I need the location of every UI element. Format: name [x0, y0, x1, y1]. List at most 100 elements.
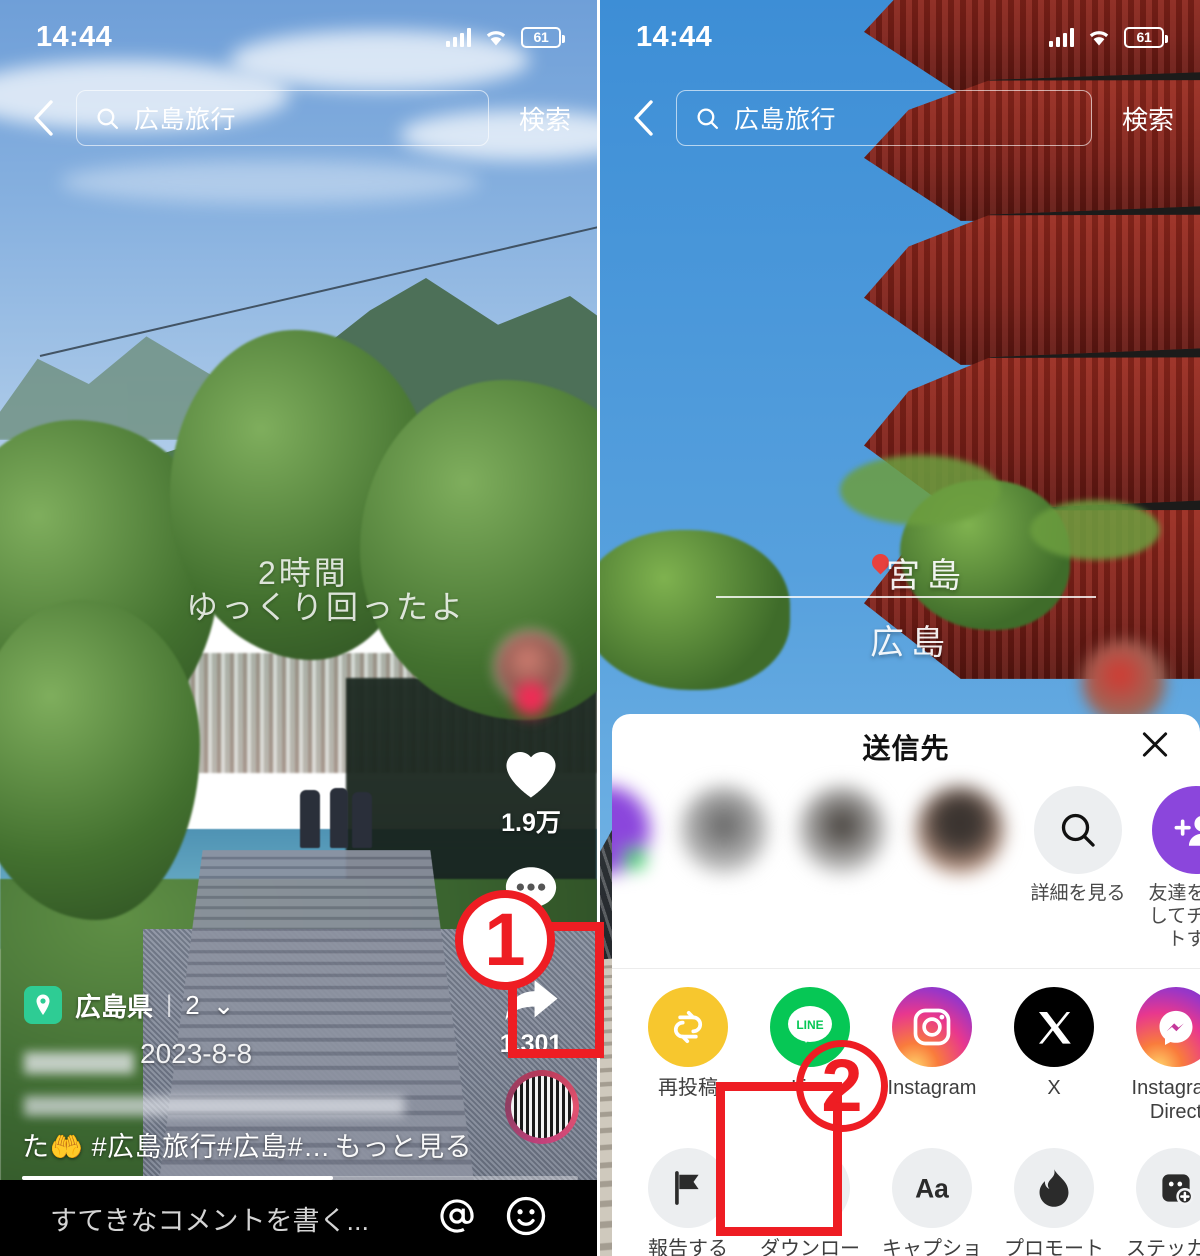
left-phone-panel: 2時間 ゆっくり回ったよ 14:44 61 広島旅行 検索 1.9万 1,301… [0, 0, 600, 1256]
svg-text:LINE: LINE [796, 1018, 823, 1032]
search-submit-button[interactable]: 検索 [519, 100, 571, 137]
share-app-label: Instagram [887, 1076, 977, 1099]
contact-item[interactable] [612, 786, 658, 882]
search-query-text-right: 広島旅行 [734, 106, 837, 134]
battery-level: 61 [533, 29, 549, 45]
search-input[interactable]: 広島旅行 [76, 90, 489, 146]
overlay-sub-label: 広島 [870, 624, 952, 662]
search-icon [697, 108, 719, 129]
search-input-right[interactable]: 広島旅行 [676, 90, 1092, 146]
battery-icon: 61 [521, 26, 565, 48]
contact-avatar-1 [612, 786, 650, 874]
location-badge[interactable]: 広島県 | 2 ⌄ [24, 986, 235, 1024]
share-app-x[interactable]: X [998, 986, 1110, 1100]
share-action-label: ダウンロードする [760, 1237, 860, 1256]
location-count: 2 [185, 989, 200, 1020]
share-sheet-title: 送信先 [862, 733, 950, 764]
invite-friend-button[interactable]: 友達を招待してチャットする [1144, 786, 1200, 952]
signal-bars-icon [446, 27, 471, 47]
fire-icon [1014, 1147, 1094, 1228]
add-person-icon [1152, 786, 1200, 874]
share-action-caption[interactable]: Aa キャプションと翻訳 [876, 1147, 988, 1256]
share-apps-row-2: 報告する ダウンロードする Aa キャプションと翻訳 [612, 1124, 1200, 1256]
x-icon [1014, 986, 1094, 1067]
comment-bar: すてきなコメントを書く... [0, 1180, 597, 1256]
sticker-add-icon [1136, 1147, 1200, 1228]
status-clock: 14:44 [36, 20, 113, 53]
caption-text: た🤲 #広島旅行#広島#… [22, 1132, 331, 1162]
author-name-blurred [24, 1052, 134, 1074]
search-query-text: 広島旅行 [134, 106, 237, 134]
search-icon [97, 108, 119, 129]
follow-plus-icon[interactable] [514, 682, 548, 716]
share-app-label: Instagram Direct [1131, 1076, 1200, 1123]
back-button[interactable] [26, 96, 60, 140]
share-action-label: 報告する [648, 1237, 728, 1256]
author-avatar-right[interactable] [1082, 640, 1166, 724]
share-action-promote[interactable]: プロモートする [998, 1147, 1110, 1256]
share-sheet-header: 送信先 [612, 714, 1200, 780]
search-header-right: 広島旅行 検索 [600, 82, 1200, 154]
status-bar-right: 14:44 61 [600, 0, 1200, 74]
contacts-row: 詳細を見る 友達を招待してチャットする [612, 780, 1200, 969]
overlay-pin-label: 宮島 [886, 557, 968, 595]
search-header-left: 広島旅行 検索 [0, 82, 597, 154]
close-x-icon[interactable] [1138, 728, 1172, 767]
at-mention-icon[interactable] [437, 1196, 477, 1241]
battery-icon: 61 [1124, 26, 1168, 48]
video-overlay-line2: ゆっくり回ったよ [186, 589, 467, 625]
share-sheet: 送信先 詳細を見る 友達を してチ トす 再投稿 LINE Instagram … [612, 714, 1200, 1256]
contact-item[interactable] [908, 786, 1012, 882]
like-count: 1.9万 [501, 809, 561, 837]
comment-input[interactable]: すてきなコメントを書く... [50, 1199, 437, 1238]
share-action-label: ステッカーを作成 [1126, 1237, 1200, 1256]
chevron-down-icon[interactable]: ⌄ [213, 990, 235, 1021]
location-name: 広島県 [75, 991, 154, 1022]
search-submit-button-right[interactable]: 検索 [1122, 100, 1174, 137]
signal-bars-icon [1049, 27, 1074, 47]
post-caption[interactable]: た🤲 #広島旅行#広島#… もっと見る [22, 1125, 472, 1164]
caption-line-blurred [24, 1096, 404, 1116]
share-app-label: 再投稿 [658, 1076, 718, 1099]
location-pin-icon [24, 986, 62, 1024]
contact-item[interactable] [672, 786, 776, 882]
share-action-label: プロモートする [1004, 1237, 1104, 1256]
caption-more-link[interactable]: もっと見る [335, 1125, 473, 1164]
contact-item[interactable] [790, 786, 894, 882]
share-app-label: X [1047, 1076, 1061, 1099]
svg-text:Aa: Aa [915, 1173, 949, 1203]
repost-icon [648, 986, 728, 1067]
music-disc-icon[interactable] [505, 1070, 579, 1144]
share-apps-row-1: 再投稿 LINE Line Instagram [612, 969, 1200, 1124]
wifi-icon [483, 28, 509, 47]
text-aa-icon: Aa [892, 1147, 972, 1228]
like-button[interactable]: 1.9万 [501, 746, 561, 839]
contact-avatar-3 [798, 786, 886, 874]
search-icon [1034, 786, 1122, 874]
location-separator: | [166, 991, 173, 1018]
share-app-instagram-direct[interactable]: Instagram Direct [1120, 986, 1200, 1124]
emoji-smiley-icon[interactable] [505, 1195, 547, 1242]
share-app-instagram[interactable]: Instagram [876, 986, 988, 1100]
instagram-icon [892, 986, 972, 1067]
heart-icon [506, 752, 556, 798]
share-action-sticker[interactable]: ステッカーを作成 [1120, 1147, 1200, 1256]
overlay-divider [716, 596, 1096, 598]
author-avatar[interactable] [494, 630, 568, 716]
status-bar-left: 14:44 61 [0, 0, 597, 74]
contact-avatar-2 [680, 786, 768, 874]
screenshot-stage: 2時間 ゆっくり回ったよ 14:44 61 広島旅行 検索 1.9万 1,301… [0, 0, 1200, 1256]
share-action-label: キャプションと翻訳 [882, 1237, 982, 1256]
instagram-messenger-icon [1136, 986, 1200, 1067]
invite-friend-label: 友達を招待してチャットする [1148, 883, 1200, 951]
contact-avatar-4 [916, 786, 1004, 874]
battery-level-right: 61 [1136, 29, 1152, 45]
see-more-button[interactable]: 詳細を見る [1026, 786, 1130, 905]
back-button-right[interactable] [626, 96, 660, 140]
annotation-step-1: 1 [455, 890, 555, 990]
wifi-icon [1086, 28, 1112, 47]
right-phone-panel: 宮島 広島 14:44 61 広島旅行 検索 送信先 詳細を見る 友達を してチ… [600, 0, 1200, 1256]
annotation-step-2: 2 [796, 1040, 888, 1132]
status-clock-right: 14:44 [636, 20, 713, 53]
post-date: 2023-8-8 [140, 1038, 253, 1069]
